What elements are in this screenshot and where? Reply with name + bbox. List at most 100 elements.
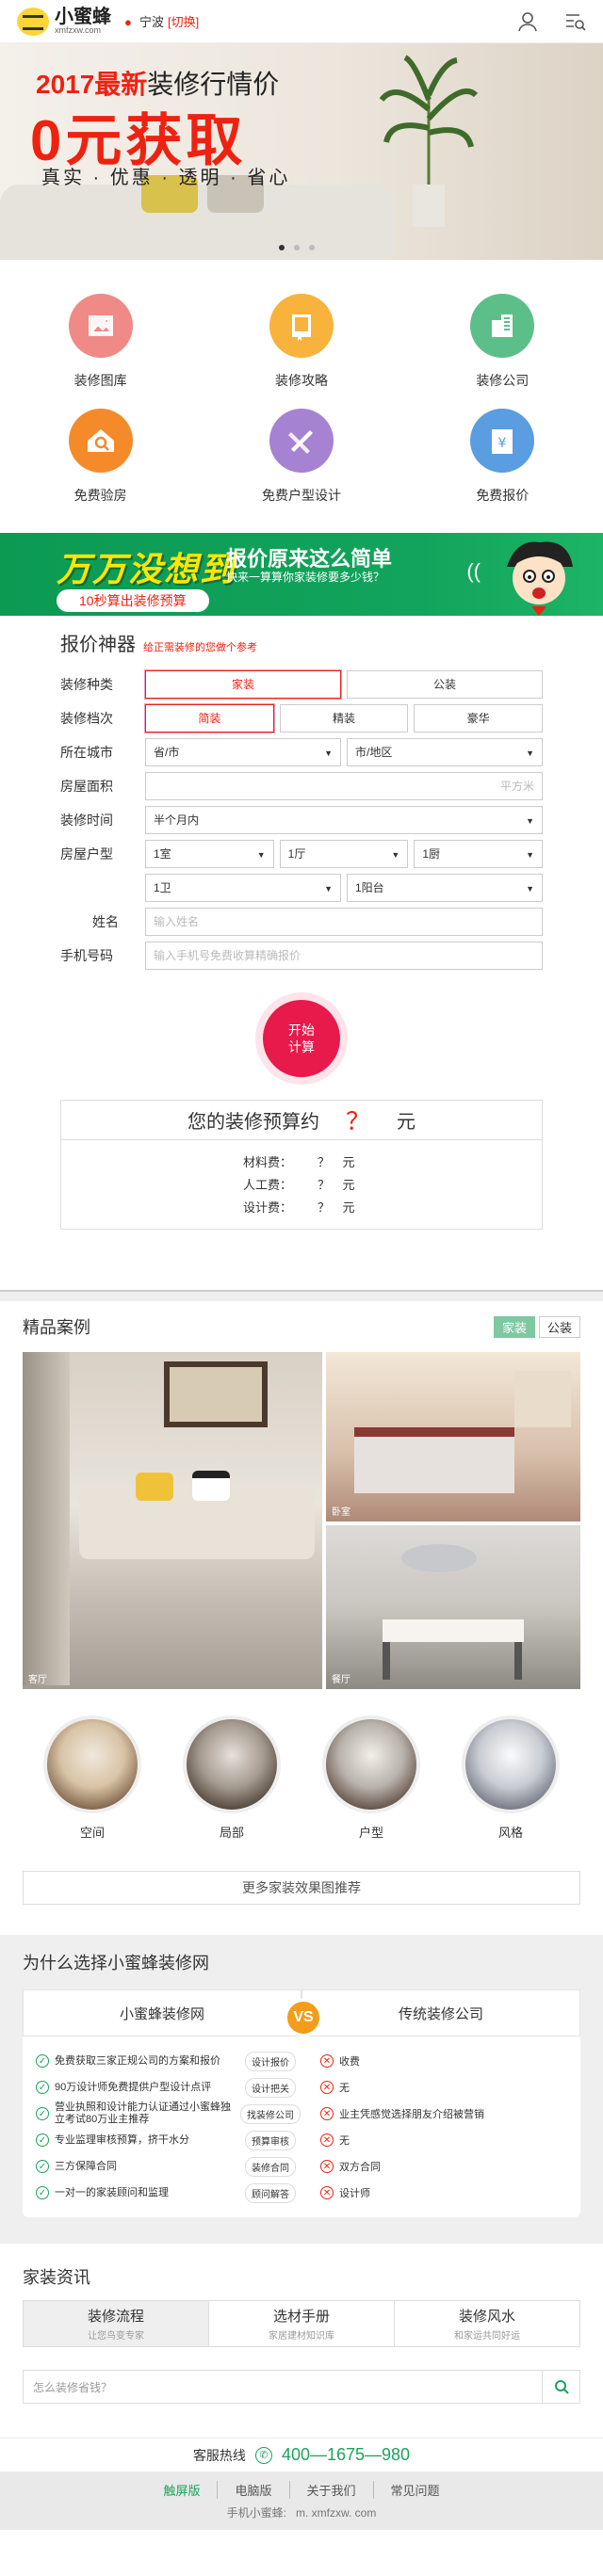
- compare-topic: 设计报价: [245, 2051, 296, 2071]
- feature-gallery[interactable]: 装修图库: [0, 294, 201, 409]
- compare-row: ✓ 营业执照和设计能力认证通过小蜜蜂独立考试80万业主推荐 找装修公司 ✕ 业主凭感觉选…: [23, 2101, 580, 2127]
- row-phone: 手机号码 输入手机号免费收算精确报价: [60, 939, 543, 972]
- tab-title: 装修流程: [87, 2309, 144, 2325]
- svg-text:¥: ¥: [498, 436, 507, 451]
- menu-search-icon[interactable]: [563, 10, 586, 33]
- kitchen-select[interactable]: 1厨 ▼: [414, 839, 544, 868]
- carousel-dot[interactable]: [309, 245, 315, 250]
- chevron-down-icon: ▼: [526, 849, 535, 860]
- category-style[interactable]: 风格: [441, 1715, 580, 1841]
- result-unit: 元: [342, 1155, 355, 1169]
- bath-select[interactable]: 1卫 ▼: [145, 873, 341, 902]
- tab-process[interactable]: 装修流程让您鸟变专家: [24, 2301, 209, 2346]
- sound-wave-icon: ((: [466, 559, 481, 583]
- compare-row: ✓ 免费获取三家正规公司的方案和报价 设计报价 ✕ 收费: [23, 2048, 580, 2074]
- promo-banner[interactable]: 万万没想到 报价原来这么简单 快来一算算你家装修要多少钱？ 10秒算出装修预算 …: [0, 533, 603, 616]
- chevron-down-icon: ▼: [391, 849, 400, 860]
- district-select[interactable]: 市/地区 ▼: [347, 737, 543, 766]
- name-input[interactable]: 输入姓名: [145, 907, 543, 936]
- result-row: 设计费： ？ 元: [61, 1197, 542, 1219]
- hero-banner[interactable]: 2017最新装修行情价 0元获取 真实 · 优惠 · 透明 · 省心: [0, 43, 603, 260]
- row-time: 装修时间 半个月内 ▼: [60, 803, 543, 836]
- level-simple-option[interactable]: 简装: [145, 703, 274, 733]
- feature-guide[interactable]: 装修攻略: [201, 294, 401, 409]
- hotline-bar[interactable]: 客服热线 ✆ 400—1675—980: [0, 2438, 603, 2471]
- row-city: 所在城市 省/市 ▼ 市/地区 ▼: [60, 735, 543, 768]
- category-thumbnail: [43, 1715, 141, 1813]
- cross-icon: ✕: [320, 2133, 334, 2147]
- feature-quote[interactable]: ¥ 免费报价: [402, 409, 603, 523]
- result-unit: 元: [342, 1200, 355, 1215]
- cases-section: 精品案例 家装 公装 客厅 卧室 餐厅 空间 局部 户型 风格 更多家装效果图推…: [0, 1301, 603, 1905]
- more-cases-button[interactable]: 更多家装效果图推荐: [23, 1871, 580, 1905]
- compare-theirs: 无: [339, 2135, 350, 2147]
- type-home-option[interactable]: 家装: [145, 669, 341, 699]
- user-icon[interactable]: [516, 10, 539, 33]
- field-label: 装修种类: [60, 676, 113, 692]
- tab-subtitle: 和家运共同好运: [454, 2331, 520, 2342]
- result-row: 人工费： ？ 元: [61, 1174, 542, 1197]
- room-select[interactable]: 1室 ▼: [145, 839, 274, 868]
- result-title: 您的装修预算约: [187, 1112, 319, 1133]
- tab-office[interactable]: 公装: [538, 1315, 580, 1338]
- feature-company[interactable]: 装修公司: [402, 294, 603, 409]
- feature-label: 装修图库: [73, 373, 127, 388]
- footer-link-desktop[interactable]: 电脑版: [218, 2481, 290, 2499]
- compare-topic: 找装修公司: [240, 2103, 301, 2124]
- tab-materials[interactable]: 选材手册 家居建材知识库: [209, 2301, 395, 2346]
- hall-select[interactable]: 1厅 ▼: [279, 839, 409, 868]
- category-space[interactable]: 空间: [23, 1715, 162, 1841]
- promo-subtitle: 快来一算算你家装修要多少钱？: [226, 571, 385, 584]
- case-image-living-room[interactable]: 客厅: [23, 1352, 322, 1689]
- carousel-dot[interactable]: [279, 245, 285, 250]
- search-button[interactable]: [542, 2371, 579, 2403]
- feature-layout-design[interactable]: 免费户型设计: [201, 409, 401, 523]
- table-leg: [383, 1642, 390, 1680]
- search-input[interactable]: 怎么装修省钱？: [24, 2379, 542, 2395]
- feature-label: 装修攻略: [274, 373, 328, 388]
- logo[interactable]: 小蜜蜂 xmfzxw.com: [17, 7, 111, 36]
- time-select[interactable]: 半个月内 ▼: [145, 805, 543, 834]
- city-selector[interactable]: ● 宁波 [切换]: [124, 12, 199, 30]
- chevron-down-icon: ▼: [324, 883, 333, 894]
- balcony-select[interactable]: 1阳台 ▼: [347, 873, 543, 902]
- field-label: 所在城市: [60, 744, 113, 760]
- case-image-bedroom[interactable]: 卧室: [326, 1352, 580, 1521]
- row-layout: 房屋户型 1室 ▼ 1厅 ▼ 1厨 ▼: [60, 837, 544, 870]
- compare-ours: 专业监理审核预算，挤干水分: [55, 2133, 189, 2146]
- balcony-select-value: 1阳台: [355, 881, 384, 894]
- footer-link-faq[interactable]: 常见问题: [374, 2481, 457, 2499]
- feature-inspection[interactable]: 免费验房: [0, 409, 201, 523]
- province-select[interactable]: 省/市 ▼: [145, 737, 341, 766]
- type-office-option[interactable]: 公装: [347, 669, 543, 699]
- case-gallery: 客厅 卧室 餐厅: [23, 1352, 580, 1689]
- row-area: 房屋面积 平方米: [60, 769, 543, 802]
- level-luxury-option[interactable]: 豪华: [414, 703, 544, 733]
- section-title: 家装资讯: [23, 2268, 90, 2287]
- city-switch-link[interactable]: [切换]: [168, 12, 199, 30]
- level-fine-option[interactable]: 精装: [279, 703, 409, 733]
- compare-topic: 装修合同: [245, 2156, 296, 2177]
- phone-input[interactable]: 输入手机号免费收算精确报价: [145, 941, 543, 970]
- field-label: 装修时间: [60, 812, 113, 828]
- category-label: 风格: [497, 1826, 523, 1840]
- quote-calculator: 报价神器 给正需装修的您做个参考 装修种类 家装 公装 装修档次 简装 精装 豪…: [0, 616, 603, 1077]
- category-detail[interactable]: 局部: [162, 1715, 302, 1841]
- tab-fengshui[interactable]: 装修风水 和家运共同好运: [395, 2301, 579, 2346]
- calculate-button[interactable]: 开始计算: [263, 1000, 340, 1077]
- footer-link-about[interactable]: 关于我们: [290, 2481, 374, 2499]
- compare-right-header: 传统装修公司: [302, 1989, 580, 2037]
- footer: 触屏版 电脑版 关于我们 常见问题 手机小蜜蜂: m. xmfzxw. com: [0, 2471, 603, 2530]
- chevron-down-icon: ▼: [526, 748, 534, 758]
- case-image-dining-room[interactable]: 餐厅: [326, 1525, 580, 1689]
- tab-home[interactable]: 家装: [493, 1315, 535, 1338]
- cross-icon: ✕: [320, 2081, 334, 2094]
- carousel-dot[interactable]: [294, 245, 300, 250]
- category-layout[interactable]: 户型: [302, 1715, 441, 1841]
- calculate-button-label: 开始计算: [288, 1022, 315, 1055]
- footer-link-touch[interactable]: 触屏版: [146, 2481, 219, 2499]
- area-input[interactable]: 平方米: [145, 771, 543, 800]
- compare-theirs: 设计师: [339, 2188, 370, 2199]
- tab-subtitle: 让您鸟变专家: [88, 2331, 144, 2342]
- chevron-down-icon: ▼: [256, 849, 266, 860]
